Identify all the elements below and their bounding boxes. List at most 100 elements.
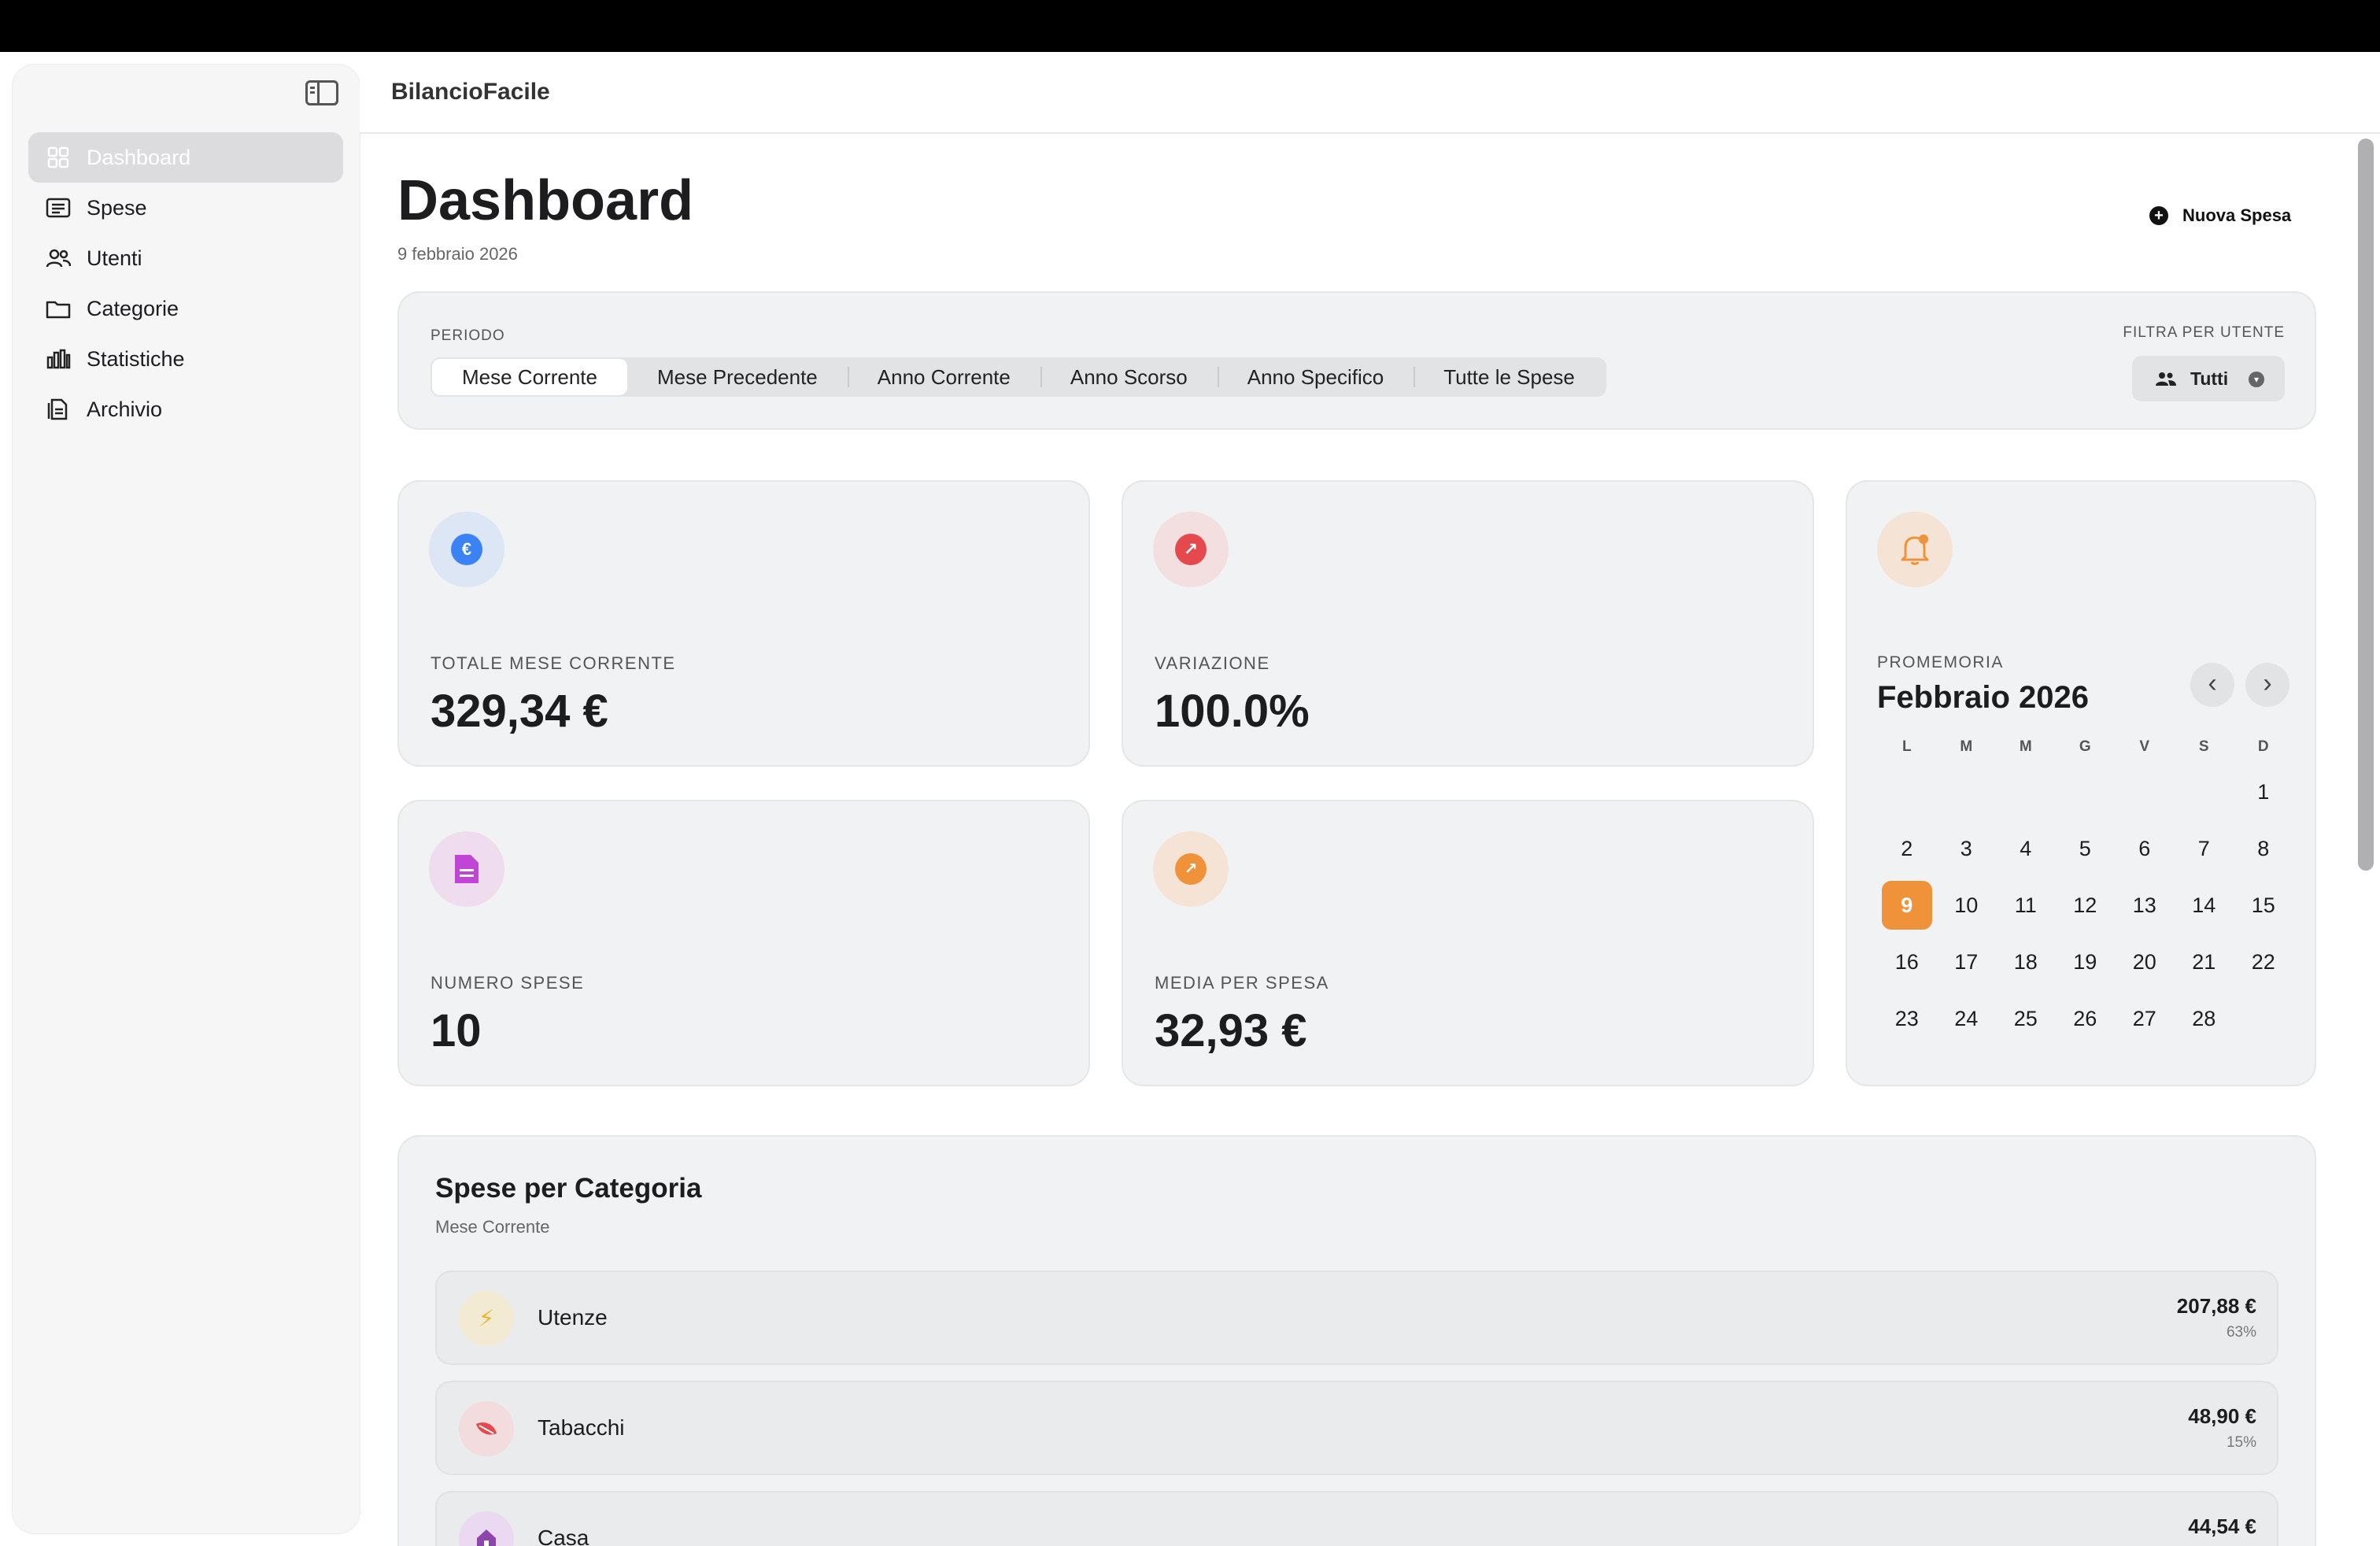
bell-icon bbox=[1877, 512, 1953, 587]
new-expense-button[interactable]: + Nuova Spesa bbox=[2149, 198, 2291, 233]
sidebar-item-label: Dashboard bbox=[87, 145, 191, 169]
category-amount: 44,54 € bbox=[2188, 1515, 2256, 1538]
calendar-day[interactable]: 24 bbox=[1942, 994, 1992, 1043]
period-option-all[interactable]: Tutte le Spese bbox=[1414, 359, 1605, 395]
calendar-day[interactable]: 23 bbox=[1882, 994, 1932, 1043]
calendar-empty-cell bbox=[1942, 767, 1992, 816]
main-content: Dashboard 9 febbraio 2026 + Nuova Spesa … bbox=[360, 134, 2359, 1546]
sidebar-item-dashboard[interactable]: Dashboard bbox=[28, 132, 343, 183]
sidebar-item-spese[interactable]: Spese bbox=[28, 183, 343, 233]
stat-label: MEDIA PER SPESA bbox=[1155, 973, 1329, 993]
archive-icon bbox=[46, 398, 71, 420]
folder-icon bbox=[46, 298, 71, 320]
stat-value: 10 bbox=[431, 1005, 482, 1056]
reminder-label: PROMEMORIA bbox=[1877, 653, 2004, 671]
weekday-header: M bbox=[1960, 738, 1973, 755]
calendar-day[interactable]: 21 bbox=[2179, 938, 2230, 986]
calendar-day[interactable]: 15 bbox=[2238, 881, 2289, 930]
app-header: BilancioFacile bbox=[360, 52, 2380, 134]
stat-card-average: ↗ MEDIA PER SPESA 32,93 € bbox=[1122, 800, 1814, 1086]
trend-icon: ↗ bbox=[1153, 831, 1229, 907]
period-option-current-month[interactable]: Mese Corrente bbox=[432, 359, 627, 395]
calendar-day[interactable]: 1 bbox=[2238, 767, 2289, 816]
reminder-calendar-card: PROMEMORIA Febbraio 2026 ‹ › L M M G V S… bbox=[1846, 480, 2316, 1086]
weekday-header: G bbox=[2079, 738, 2091, 755]
calendar-empty-cell bbox=[2001, 767, 2051, 816]
calendar-month-title: Febbraio 2026 bbox=[1877, 680, 2090, 715]
calendar-day[interactable]: 7 bbox=[2179, 824, 2230, 873]
stat-card-total: € TOTALE MESE CORRENTE 329,34 € bbox=[397, 480, 1090, 767]
calendar-day[interactable]: 20 bbox=[2119, 938, 2170, 986]
sidebar-item-categorie[interactable]: Categorie bbox=[28, 283, 343, 334]
sidebar-item-statistiche[interactable]: Statistiche bbox=[28, 334, 343, 384]
category-row-casa[interactable]: Casa 44,54 € bbox=[435, 1491, 2278, 1546]
filter-panel: PERIODO Mese Corrente Mese Precedente An… bbox=[397, 291, 2316, 430]
calendar-prev-button[interactable]: ‹ bbox=[2190, 663, 2234, 707]
list-icon bbox=[46, 197, 71, 219]
calendar-day[interactable]: 11 bbox=[2001, 881, 2051, 930]
stat-card-count: NUMERO SPESE 10 bbox=[397, 800, 1090, 1086]
calendar-day[interactable]: 14 bbox=[2179, 881, 2230, 930]
period-option-specific-year[interactable]: Anno Specifico bbox=[1217, 359, 1414, 395]
calendar-day[interactable]: 2 bbox=[1882, 824, 1932, 873]
users-icon bbox=[46, 247, 72, 269]
stat-value: 100.0% bbox=[1155, 686, 1310, 737]
stat-value: 32,93 € bbox=[1155, 1005, 1307, 1056]
sidebar-item-archivio[interactable]: Archivio bbox=[28, 384, 343, 435]
calendar-day[interactable]: 28 bbox=[2179, 994, 2230, 1043]
home-icon bbox=[459, 1511, 514, 1546]
category-percent: 63% bbox=[2226, 1324, 2256, 1341]
stat-card-variation: ↗ VARIAZIONE 100.0% bbox=[1122, 480, 1814, 767]
scrollbar[interactable] bbox=[2358, 139, 2374, 1516]
calendar-day[interactable]: 19 bbox=[2060, 938, 2111, 986]
calendar-next-button[interactable]: › bbox=[2245, 663, 2289, 707]
category-panel-title: Spese per Categoria bbox=[435, 1173, 702, 1204]
category-panel-subtitle: Mese Corrente bbox=[435, 1217, 550, 1237]
calendar-day[interactable]: 16 bbox=[1882, 938, 1932, 986]
weekday-header: M bbox=[2019, 738, 2032, 755]
calendar-day[interactable]: 12 bbox=[2060, 881, 2111, 930]
bolt-icon: ⚡ bbox=[459, 1291, 514, 1346]
sidebar-item-utenti[interactable]: Utenti bbox=[28, 233, 343, 283]
calendar-day[interactable]: 17 bbox=[1942, 938, 1992, 986]
category-row-tabacchi[interactable]: Tabacchi 48,90 € 15% bbox=[435, 1381, 2278, 1475]
calendar-day[interactable]: 8 bbox=[2238, 824, 2289, 873]
calendar-day[interactable]: 6 bbox=[2119, 824, 2170, 873]
stat-label: TOTALE MESE CORRENTE bbox=[431, 653, 676, 673]
calendar-day[interactable]: 22 bbox=[2238, 938, 2289, 986]
sidebar-item-label: Archivio bbox=[87, 397, 163, 421]
weekday-header: L bbox=[1901, 738, 1912, 755]
period-option-previous-month[interactable]: Mese Precedente bbox=[627, 359, 848, 395]
calendar-day[interactable]: 26 bbox=[2060, 994, 2111, 1043]
category-row-utenze[interactable]: ⚡ Utenze 207,88 € 63% bbox=[435, 1270, 2278, 1365]
calendar-day[interactable]: 13 bbox=[2119, 881, 2170, 930]
calendar-day[interactable]: 4 bbox=[2001, 824, 2051, 873]
page-title: Dashboard bbox=[397, 169, 694, 232]
user-filter-select[interactable]: Tutti ▾ bbox=[2132, 356, 2285, 401]
weekday-header: D bbox=[2257, 738, 2269, 755]
calendar-day[interactable]: 10 bbox=[1942, 881, 1992, 930]
sidebar-item-label: Categorie bbox=[87, 296, 179, 320]
calendar-day[interactable]: 5 bbox=[2060, 824, 2111, 873]
calendar-empty-cell bbox=[2179, 767, 2230, 816]
period-option-last-year[interactable]: Anno Scorso bbox=[1040, 359, 1218, 395]
period-option-current-year[interactable]: Anno Corrente bbox=[847, 359, 1040, 395]
calendar-empty-cell bbox=[2060, 767, 2111, 816]
sidebar-nav: Dashboard Spese Utenti Categorie Statist… bbox=[28, 132, 343, 435]
calendar-day[interactable]: 3 bbox=[1942, 824, 1992, 873]
app-title: BilancioFacile bbox=[391, 79, 550, 105]
period-label: PERIODO bbox=[431, 327, 505, 344]
leaf-icon bbox=[459, 1401, 514, 1456]
arrow-up-right-icon: ↗ bbox=[1153, 512, 1229, 587]
sidebar-toggle-icon[interactable] bbox=[305, 80, 338, 105]
category-spending-panel: Spese per Categoria Mese Corrente ⚡ Uten… bbox=[397, 1135, 2316, 1546]
category-name: Casa bbox=[538, 1526, 589, 1546]
calendar-day-today[interactable]: 9 bbox=[1882, 881, 1932, 930]
category-percent: 15% bbox=[2226, 1434, 2256, 1451]
calendar-day[interactable]: 18 bbox=[2001, 938, 2051, 986]
scrollbar-thumb[interactable] bbox=[2358, 139, 2374, 871]
calendar-day[interactable]: 27 bbox=[2119, 994, 2170, 1043]
calendar-day[interactable]: 25 bbox=[2001, 994, 2051, 1043]
stat-label: NUMERO SPESE bbox=[431, 973, 585, 993]
sidebar-item-label: Statistiche bbox=[87, 346, 185, 371]
